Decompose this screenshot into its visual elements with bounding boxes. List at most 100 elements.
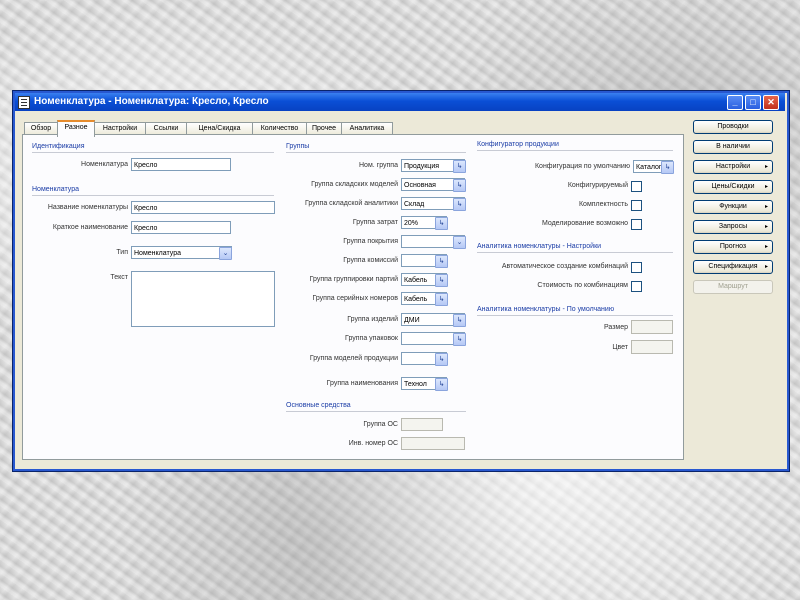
section-divider [477, 150, 673, 151]
menu-arrow-icon: ▸ [764, 164, 768, 170]
section-analytics-default: Аналитика номенклатуры - По умолчанию [477, 306, 615, 313]
title-bar[interactable]: Номенклатура - Номенклатура: Кресло, Кре… [15, 93, 785, 111]
lookup-icon[interactable]: ↳ [453, 160, 466, 173]
section-divider [286, 152, 466, 153]
on-hand-button[interactable]: В наличии [693, 140, 773, 154]
lookup-icon[interactable]: ↳ [453, 333, 466, 346]
configurable-checkbox[interactable] [631, 181, 642, 192]
modeling-checkbox[interactable] [631, 219, 642, 230]
functions-button[interactable]: Функции ▸ [693, 200, 773, 214]
type-label: Тип [116, 249, 128, 256]
tab-misc[interactable]: Разное [57, 120, 95, 137]
group-label: Группа затрат [352, 219, 398, 226]
section-identification: Идентификация [32, 143, 85, 150]
lookup-icon[interactable]: ↳ [453, 314, 466, 327]
group-value: ДМИ [404, 317, 420, 324]
group-label: Группа покрытия [343, 238, 398, 245]
group-label: Группа моделей продукции [309, 355, 398, 362]
group-label: Группа складских моделей [311, 181, 398, 188]
group-label: Группа изделий [347, 316, 398, 323]
section-groups: Группы [286, 143, 310, 150]
minimize-button[interactable]: _ [727, 95, 743, 110]
lookup-icon[interactable]: ↳ [435, 293, 448, 306]
group-label: Группа группировки партий [309, 276, 398, 283]
chevron-down-icon[interactable]: ⌄ [219, 247, 232, 260]
bom-label: Спецификация [708, 263, 758, 270]
auto-combinations-checkbox[interactable] [631, 262, 642, 273]
close-button[interactable]: ✕ [763, 95, 779, 110]
lookup-icon[interactable]: ↳ [435, 274, 448, 287]
group-value: Продукция [404, 163, 440, 170]
lookup-icon[interactable]: ↳ [435, 255, 448, 268]
size-label: Размер [603, 324, 628, 331]
bom-button[interactable]: Спецификация ▸ [693, 260, 773, 274]
group-label: Группа упаковок [345, 335, 398, 342]
lookup-icon[interactable]: ↳ [453, 198, 466, 211]
setup-label: Настройки [715, 163, 751, 170]
type-select[interactable]: Номенклатура [131, 246, 232, 259]
prices-discounts-label: Цены/Скидки [711, 183, 755, 190]
lookup-icon[interactable]: ↳ [435, 353, 448, 366]
text-label: Текст [110, 274, 128, 281]
group-value: Кабель [404, 277, 428, 284]
section-divider [32, 152, 274, 153]
section-product-config: Конфигуратор продукции [477, 141, 559, 148]
size-field[interactable] [631, 320, 673, 334]
item-name-field[interactable]: Кресло [131, 201, 275, 214]
section-divider [477, 252, 673, 253]
chevron-down-icon[interactable]: ⌄ [453, 236, 466, 249]
functions-label: Функции [719, 203, 747, 210]
section-divider [477, 315, 673, 316]
prices-discounts-button[interactable]: Цены/Скидки ▸ [693, 180, 773, 194]
modeling-label: Моделирование возможно [541, 220, 628, 227]
section-divider [32, 195, 274, 196]
configurable-label: Конфигурируемый [567, 182, 628, 189]
item-number-label: Номенклатура [81, 161, 128, 168]
lookup-icon[interactable]: ↳ [453, 179, 466, 192]
group-label: Ном. группа [359, 162, 398, 169]
fa-inv-field[interactable] [401, 437, 465, 450]
lookup-icon[interactable]: ↳ [435, 217, 448, 230]
item-number-field[interactable]: Кресло [131, 158, 231, 171]
section-nomenclature: Номенклатура [32, 186, 79, 193]
type-select-value: Номенклатура [134, 250, 181, 257]
cost-by-combination-label: Стоимость по комбинациям [537, 282, 628, 289]
forecast-button[interactable]: Прогноз ▸ [693, 240, 773, 254]
lookup-icon[interactable]: ↳ [661, 161, 674, 174]
route-button[interactable]: Маршрут [693, 280, 773, 294]
section-analytics-settings: Аналитика номенклатуры - Настройки [477, 243, 602, 250]
window-title: Номенклатура - Номенклатура: Кресло, Кре… [34, 96, 269, 107]
postings-button[interactable]: Проводки [693, 120, 773, 134]
cost-by-combination-checkbox[interactable] [631, 281, 642, 292]
menu-arrow-icon: ▸ [764, 264, 768, 270]
short-name-label: Краткое наименование [52, 224, 128, 231]
text-area[interactable] [131, 271, 275, 327]
menu-arrow-icon: ▸ [764, 204, 768, 210]
menu-arrow-icon: ▸ [764, 244, 768, 250]
on-hand-label: В наличии [716, 143, 750, 150]
group-label: Группа комиссий [343, 257, 398, 264]
completeness-checkbox[interactable] [631, 200, 642, 211]
default-config-label: Конфигурация по умолчанию [534, 163, 630, 170]
group-label: Группа складской аналитики [305, 200, 398, 207]
fa-group-field[interactable] [401, 418, 443, 431]
setup-button[interactable]: Настройки ▸ [693, 160, 773, 174]
short-name-field[interactable]: Кресло [131, 221, 231, 234]
color-label: Цвет [612, 344, 628, 351]
forecast-label: Прогноз [719, 243, 747, 250]
inquiries-button[interactable]: Запросы ▸ [693, 220, 773, 234]
default-config-value: Каталог [636, 164, 662, 171]
fa-group-label: Группа ОС [363, 421, 398, 428]
maximize-button[interactable]: □ [745, 95, 761, 110]
route-label: Маршрут [718, 283, 748, 290]
color-field[interactable] [631, 340, 673, 354]
group-value: Основная [404, 182, 436, 189]
app-icon[interactable] [18, 96, 30, 109]
section-divider [286, 411, 466, 412]
lookup-icon[interactable]: ↳ [435, 378, 448, 391]
group-value: 20% [404, 220, 419, 227]
menu-arrow-icon: ▸ [764, 224, 768, 230]
group-value: Склад [404, 201, 425, 208]
auto-combinations-label: Автоматическое создание комбинаций [501, 263, 628, 270]
inquiries-label: Запросы [718, 223, 748, 230]
